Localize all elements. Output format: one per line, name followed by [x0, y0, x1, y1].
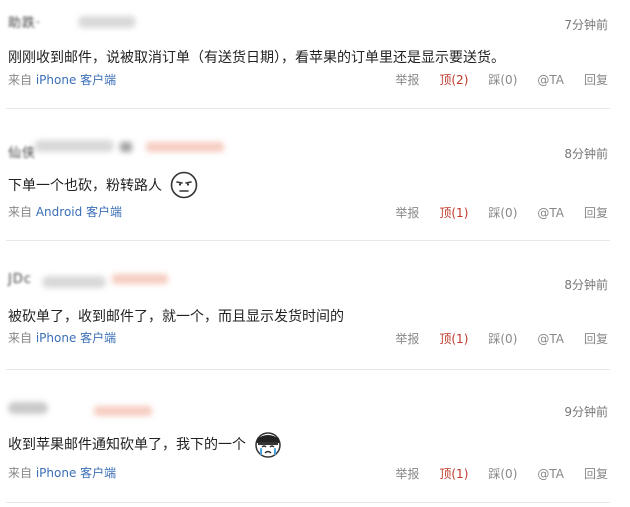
- username-redaction: [78, 16, 136, 28]
- username[interactable]: 助跌·: [8, 12, 168, 32]
- comment-source: 来自 iPhone 客户端: [8, 331, 117, 345]
- username-redaction: [42, 276, 106, 288]
- comment-divider: [6, 240, 610, 241]
- comment-time: 7分钟前: [564, 18, 608, 32]
- comment-text: 下单一个也砍，粉转路人: [8, 171, 198, 199]
- username-blurred: 助跌·: [8, 16, 42, 31]
- comment-source: 来自 iPhone 客户端: [8, 466, 117, 480]
- comment-actions: 举报 顶(1) 踩(0) @TA 回复: [395, 465, 608, 482]
- username[interactable]: 仙侠: [8, 140, 238, 161]
- downvote-button[interactable]: 踩(0): [488, 71, 517, 88]
- comment-time: 9分钟前: [564, 405, 608, 419]
- user-badge-redaction: [94, 406, 152, 416]
- reply-button[interactable]: 回复: [584, 330, 608, 347]
- comment-text: 被砍单了，收到邮件了，就一个，而且显示发货时间的: [8, 309, 344, 325]
- comment-text: 刚刚收到邮件，说被取消订单（有送货日期），看苹果的订单里还是显示要送货。: [8, 50, 505, 66]
- source-client-link[interactable]: Android 客户端: [36, 205, 122, 219]
- username-redaction: [8, 402, 48, 414]
- username-blurred: 仙侠: [8, 146, 37, 161]
- mention-button[interactable]: @TA: [537, 467, 564, 481]
- squint-face-icon: [171, 171, 198, 199]
- source-client-link[interactable]: iPhone 客户端: [36, 331, 116, 345]
- comment-actions: 举报 顶(1) 踩(0) @TA 回复: [395, 330, 608, 347]
- report-button[interactable]: 举报: [395, 71, 419, 88]
- upvote-button[interactable]: 顶(1): [439, 204, 468, 221]
- source-client-link[interactable]: iPhone 客户端: [36, 73, 116, 87]
- downvote-button[interactable]: 踩(0): [488, 330, 517, 347]
- upvote-button[interactable]: 顶(1): [439, 330, 468, 347]
- comment-source: 来自 Android 客户端: [8, 205, 123, 219]
- comment-text: 收到苹果邮件通知砍单了，我下的一个: [8, 430, 282, 458]
- reply-button[interactable]: 回复: [584, 71, 608, 88]
- comment-divider: [6, 502, 610, 503]
- report-button[interactable]: 举报: [395, 465, 419, 482]
- mention-button[interactable]: @TA: [537, 73, 564, 87]
- source-client-link[interactable]: iPhone 客户端: [36, 466, 116, 480]
- username[interactable]: JDc: [8, 272, 188, 292]
- mention-button[interactable]: @TA: [537, 206, 564, 220]
- upvote-button[interactable]: 顶(1): [439, 465, 468, 482]
- user-badge-redaction: [120, 142, 132, 152]
- comment-source: 来自 iPhone 客户端: [8, 73, 117, 87]
- comment-time: 8分钟前: [564, 278, 608, 292]
- crying-bandana-face-icon: [255, 432, 282, 458]
- comment-actions: 举报 顶(2) 踩(0) @TA 回复: [395, 71, 608, 88]
- report-button[interactable]: 举报: [395, 204, 419, 221]
- mention-button[interactable]: @TA: [537, 332, 564, 346]
- downvote-button[interactable]: 踩(0): [488, 204, 517, 221]
- user-badge-redaction: [146, 142, 224, 152]
- username-redaction: [34, 140, 114, 152]
- comment-time: 8分钟前: [564, 147, 608, 161]
- username-blurred: JDc: [8, 272, 32, 287]
- username[interactable]: [8, 398, 168, 418]
- comment-divider: [6, 108, 610, 109]
- reply-button[interactable]: 回复: [584, 204, 608, 221]
- comment-divider: [6, 369, 610, 370]
- upvote-button[interactable]: 顶(2): [439, 71, 468, 88]
- comment-actions: 举报 顶(1) 踩(0) @TA 回复: [395, 204, 608, 221]
- reply-button[interactable]: 回复: [584, 465, 608, 482]
- report-button[interactable]: 举报: [395, 330, 419, 347]
- user-badge-redaction: [112, 274, 168, 284]
- downvote-button[interactable]: 踩(0): [488, 465, 517, 482]
